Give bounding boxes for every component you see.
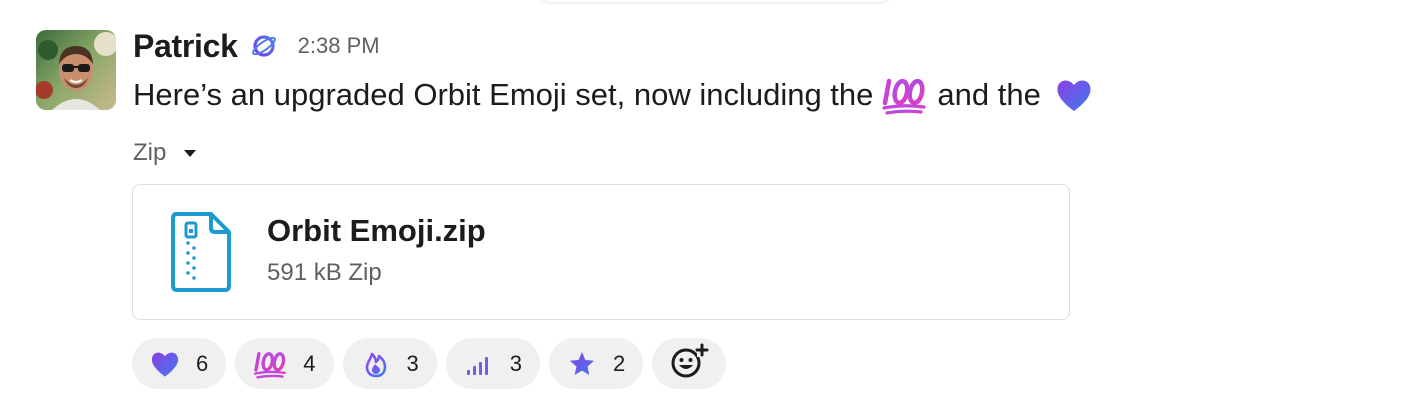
reactions-bar: 6 4 3 3 2 [132, 338, 727, 389]
file-attachment-card[interactable]: Orbit Emoji.zip 591 kB Zip [132, 184, 1070, 320]
reaction-count: 4 [303, 350, 316, 376]
message-body: Here’s an upgraded Orbit Emoji set, now … [133, 72, 1093, 118]
star-icon [567, 349, 597, 379]
popover-edge [540, 0, 890, 2]
file-name[interactable]: Orbit Emoji.zip [267, 213, 486, 249]
author-name[interactable]: Patrick [133, 28, 238, 65]
attachment-type-label: Zip [133, 139, 167, 166]
reaction-count: 3 [406, 350, 419, 376]
message-text-part-2: and the [937, 77, 1041, 112]
caret-down-icon [184, 149, 197, 157]
message-header: Patrick 2:38 PM [133, 26, 380, 66]
purple-heart-icon [150, 349, 180, 379]
orbit-badge-icon [250, 32, 278, 60]
add-reaction-button[interactable] [652, 338, 727, 389]
add-reaction-icon [669, 341, 709, 386]
bar-chart-icon [464, 349, 494, 379]
zip-file-icon [169, 210, 233, 292]
hundred-points-icon[interactable] [881, 75, 927, 115]
hundred-points-icon [253, 349, 287, 379]
message-timestamp[interactable]: 2:38 PM [298, 33, 380, 59]
message-view: Patrick 2:38 PM Here’s an upgraded Orbit… [0, 0, 1412, 408]
file-meta: 591 kB Zip [267, 259, 382, 286]
message-text-part-1: Here’s an upgraded Orbit Emoji set, now … [133, 77, 874, 112]
reaction-fire[interactable]: 3 [342, 338, 437, 389]
reaction-count: 3 [509, 350, 522, 376]
reaction-purple-heart[interactable]: 6 [132, 338, 227, 389]
fire-icon [361, 349, 391, 379]
reaction-bar-chart[interactable]: 3 [445, 338, 540, 389]
reaction-hundred-points[interactable]: 4 [235, 338, 334, 389]
reaction-star[interactable]: 2 [549, 338, 644, 389]
reaction-count: 6 [196, 350, 209, 376]
avatar[interactable] [36, 30, 116, 110]
attachment-type-toggle[interactable]: Zip [133, 137, 197, 169]
reaction-count: 2 [613, 350, 626, 376]
purple-heart-icon[interactable] [1055, 77, 1093, 113]
